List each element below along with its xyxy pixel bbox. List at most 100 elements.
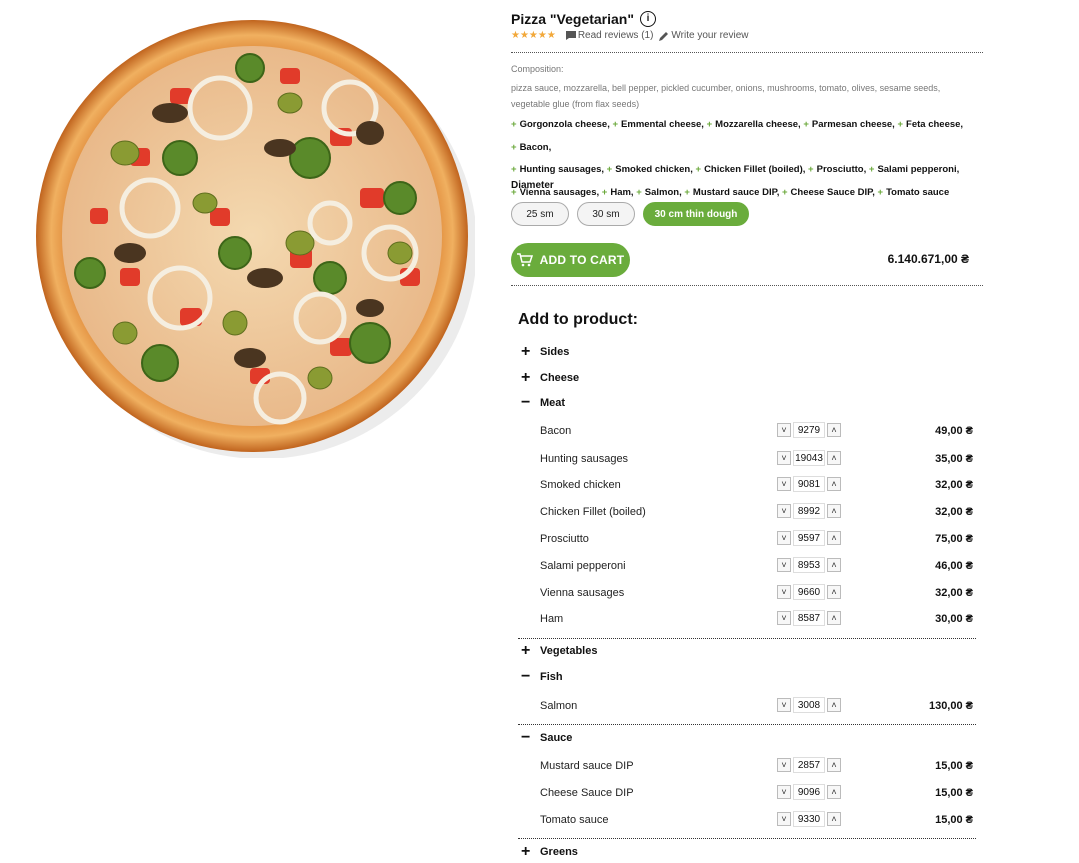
extra-item[interactable]: + Gorgonzola cheese, <box>511 119 610 130</box>
increment-button[interactable]: ˄ <box>827 558 841 572</box>
product-price: 6.140.671,00 ₴ <box>887 252 969 266</box>
extra-item[interactable]: + Smoked chicken, <box>607 164 693 175</box>
quantity-stepper: ˅ 8992 ˄ <box>777 503 841 519</box>
decrement-button[interactable]: ˅ <box>777 504 791 518</box>
addon-price: 15,00 ₴ <box>935 760 973 772</box>
increment-button[interactable]: ˄ <box>827 785 841 799</box>
addon-name: Tomato sauce <box>540 814 609 826</box>
decrement-button[interactable]: ˅ <box>777 585 791 599</box>
category-fish[interactable]: − Fish <box>521 669 563 685</box>
increment-button[interactable]: ˄ <box>827 451 841 465</box>
extra-item[interactable]: + Ham, <box>602 187 634 198</box>
increment-button[interactable]: ˄ <box>827 812 841 826</box>
increment-button[interactable]: ˄ <box>827 423 841 437</box>
info-circle-icon[interactable]: i <box>640 11 656 27</box>
expand-icon: + <box>521 369 531 386</box>
quantity-stepper: ˅ 8953 ˄ <box>777 557 841 573</box>
quantity-input[interactable]: 9660 <box>793 584 825 600</box>
decrement-button[interactable]: ˅ <box>777 477 791 491</box>
increment-button[interactable]: ˄ <box>827 477 841 491</box>
decrement-button[interactable]: ˅ <box>777 785 791 799</box>
decrement-button[interactable]: ˅ <box>777 423 791 437</box>
divider <box>511 52 983 53</box>
diameter-option-25[interactable]: 25 sm <box>511 202 569 226</box>
diameter-options: 25 sm 30 sm 30 cm thin dough <box>511 202 757 226</box>
category-label: Greens <box>540 846 578 858</box>
extra-item[interactable]: + Salami pepperoni, <box>869 164 959 175</box>
quantity-input[interactable]: 9330 <box>793 811 825 827</box>
quantity-input[interactable]: 9279 <box>793 422 825 438</box>
addon-row: Prosciutto ˅ 9597 ˄ 75,00 ₴ <box>540 530 976 550</box>
add-to-cart-button[interactable]: ADD TO CART <box>511 243 630 277</box>
increment-button[interactable]: ˄ <box>827 758 841 772</box>
quantity-input[interactable]: 3008 <box>793 697 825 713</box>
add-to-cart-label: ADD TO CART <box>539 253 625 267</box>
addon-name: Mustard sauce DIP <box>540 760 634 772</box>
expand-icon: + <box>521 843 531 860</box>
decrement-button[interactable]: ˅ <box>777 531 791 545</box>
extra-item[interactable]: + Tomato sauce <box>878 187 950 198</box>
quantity-input[interactable]: 9081 <box>793 476 825 492</box>
divider <box>518 838 976 839</box>
category-sauce[interactable]: − Sauce <box>521 730 572 746</box>
rating-stars: ★★★★★ <box>511 30 556 41</box>
addon-row: Smoked chicken ˅ 9081 ˄ 32,00 ₴ <box>540 476 976 496</box>
collapse-icon: − <box>521 394 531 411</box>
quantity-stepper: ˅ 9081 ˄ <box>777 476 841 492</box>
decrement-button[interactable]: ˅ <box>777 698 791 712</box>
expand-icon: + <box>521 343 531 360</box>
extra-item[interactable]: + Cheese Sauce DIP, <box>782 187 875 198</box>
addon-name: Cheese Sauce DIP <box>540 787 634 799</box>
addon-row: Salami pepperoni ˅ 8953 ˄ 46,00 ₴ <box>540 557 976 577</box>
decrement-button[interactable]: ˅ <box>777 451 791 465</box>
quantity-input[interactable]: 8953 <box>793 557 825 573</box>
increment-button[interactable]: ˄ <box>827 611 841 625</box>
write-review-link[interactable]: Write your review <box>659 30 748 41</box>
quantity-input[interactable]: 9096 <box>793 784 825 800</box>
increment-button[interactable]: ˄ <box>827 585 841 599</box>
addon-price: 15,00 ₴ <box>935 787 973 799</box>
decrement-button[interactable]: ˅ <box>777 758 791 772</box>
addon-row: Salmon ˅ 3008 ˄ 130,00 ₴ <box>540 697 976 717</box>
increment-button[interactable]: ˄ <box>827 504 841 518</box>
category-meat[interactable]: − Meat <box>521 395 565 411</box>
extra-item[interactable]: + Mozzarella cheese, <box>707 119 801 130</box>
extra-item[interactable]: + Salmon, <box>636 187 682 198</box>
addon-price: 75,00 ₴ <box>935 533 973 545</box>
extra-item[interactable]: + Hunting sausages, <box>511 164 604 175</box>
decrement-button[interactable]: ˅ <box>777 812 791 826</box>
increment-button[interactable]: ˄ <box>827 531 841 545</box>
extra-item[interactable]: + Parmesan cheese, <box>803 119 894 130</box>
extra-item[interactable]: + Prosciutto, <box>808 164 866 175</box>
category-label: Cheese <box>540 372 580 384</box>
category-vegetables[interactable]: + Vegetables <box>521 643 597 659</box>
extra-item[interactable]: + Mustard sauce DIP, <box>684 187 779 198</box>
read-reviews-link[interactable]: Read reviews (1) <box>565 30 653 41</box>
quantity-input[interactable]: 8587 <box>793 610 825 626</box>
quantity-input[interactable]: 8992 <box>793 503 825 519</box>
addon-row: Chicken Fillet (boiled) ˅ 8992 ˄ 32,00 ₴ <box>540 503 976 523</box>
decrement-button[interactable]: ˅ <box>777 558 791 572</box>
quantity-input[interactable]: 9597 <box>793 530 825 546</box>
quantity-input[interactable]: 19043 <box>793 450 825 466</box>
quantity-input[interactable]: 2857 <box>793 757 825 773</box>
category-cheese[interactable]: + Cheese <box>521 370 579 386</box>
addon-price: 32,00 ₴ <box>935 506 973 518</box>
addon-row: Mustard sauce DIP ˅ 2857 ˄ 15,00 ₴ <box>540 757 976 777</box>
category-sides[interactable]: + Sides <box>521 344 569 360</box>
category-greens[interactable]: + Greens <box>521 844 578 860</box>
addon-row: Cheese Sauce DIP ˅ 9096 ˄ 15,00 ₴ <box>540 784 976 804</box>
extra-item[interactable]: + Emmental cheese, <box>612 119 703 130</box>
extra-item[interactable]: + Chicken Fillet (boiled), <box>696 164 806 175</box>
diameter-option-30[interactable]: 30 sm <box>577 202 635 226</box>
extra-item[interactable]: + Feta cheese, <box>897 119 963 130</box>
addon-name: Chicken Fillet (boiled) <box>540 506 646 518</box>
increment-button[interactable]: ˄ <box>827 698 841 712</box>
divider <box>511 285 983 286</box>
product-title: Pizza "Vegetarian" <box>511 11 634 27</box>
decrement-button[interactable]: ˅ <box>777 611 791 625</box>
diameter-option-30-thin[interactable]: 30 cm thin dough <box>643 202 749 226</box>
pencil-icon <box>659 31 669 41</box>
addon-name: Smoked chicken <box>540 479 621 491</box>
extra-item[interactable]: + Bacon, <box>511 142 551 153</box>
